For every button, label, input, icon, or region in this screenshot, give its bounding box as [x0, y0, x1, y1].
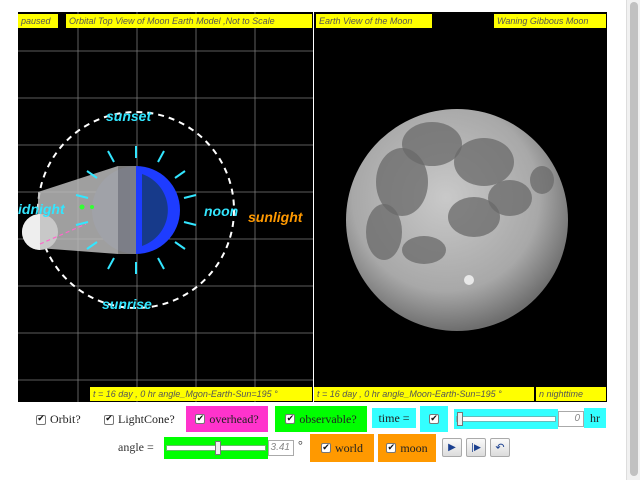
midnight-label: idnight: [18, 201, 65, 217]
day-night-status: n nighttime: [536, 387, 606, 401]
angle-label: angle =: [118, 440, 154, 454]
time-value-field[interactable]: 0: [558, 411, 584, 427]
angle-unit: °: [298, 438, 303, 452]
moon-image: [346, 109, 568, 331]
check-icon[interactable]: ✔: [36, 414, 46, 425]
observer-dot: [79, 204, 85, 210]
observer-dot-2: [90, 205, 94, 209]
sunlight-label: sunlight: [248, 209, 303, 225]
earth-view-readout: t = 16 day , 0 hr angle_Moon-Earth-Sun=1…: [314, 387, 534, 401]
overhead-toggle[interactable]: ✔ overhead?: [186, 406, 268, 432]
check-icon[interactable]: ✔: [285, 414, 296, 424]
play-icon: ▶: [448, 442, 456, 453]
observable-toggle[interactable]: ✔ observable?: [275, 406, 367, 432]
earth-view-title: Earth View of the Moon: [316, 14, 432, 28]
time-unit: hr: [590, 410, 600, 425]
reset-button[interactable]: ↶: [490, 438, 510, 457]
angle-slider[interactable]: [164, 437, 268, 459]
time-slider[interactable]: [454, 409, 558, 429]
observable-label: observable?: [299, 411, 357, 426]
time-label: time =: [378, 410, 410, 425]
lightcone-label: LightCone?: [118, 412, 175, 426]
overhead-label: overhead?: [209, 411, 259, 426]
angle-value-field[interactable]: 3.41: [268, 440, 294, 456]
check-icon[interactable]: ✔: [386, 443, 397, 453]
orbital-readout: t = 16 day , 0 hr angle_Mgon-Earth-Sun=1…: [90, 387, 312, 401]
time-slider-thumb[interactable]: [457, 412, 463, 426]
time-label-box: time =: [372, 408, 416, 428]
tycho-crater: [464, 275, 474, 285]
pause-status-label[interactable]: paused: [18, 14, 58, 28]
orbital-view-panel[interactable]: sunset sunrise idnight noon sunlight: [18, 12, 313, 402]
time-toggle[interactable]: ✔: [420, 406, 448, 432]
step-forward-button[interactable]: |▶: [466, 438, 486, 457]
time-slider-rail: [456, 416, 556, 422]
check-icon[interactable]: ✔: [321, 443, 331, 453]
angle-slider-thumb[interactable]: [214, 441, 221, 455]
orbit-checkbox[interactable]: ✔ Orbit?: [36, 412, 81, 427]
light-cone-base: [118, 166, 136, 254]
reset-icon: ↶: [495, 441, 505, 454]
page-scrollbar[interactable]: [626, 0, 640, 480]
check-icon[interactable]: ✔: [195, 414, 206, 424]
moon-phase-label: Waning Gibbous Moon: [494, 14, 606, 28]
orbital-view-title: Orbital Top View of Moon Earth Model ,No…: [66, 14, 312, 28]
noon-label: noon: [204, 203, 239, 219]
lightcone-checkbox[interactable]: ✔ LightCone?: [104, 412, 175, 427]
sunrise-label: sunrise: [102, 296, 152, 312]
sunset-label: sunset: [106, 108, 152, 124]
time-unit-box: hr: [584, 408, 606, 428]
moon-marker-lit: [22, 214, 40, 250]
play-button[interactable]: ▶: [442, 438, 462, 457]
earth-view-panel: [314, 12, 607, 402]
step-forward-icon: |▶: [471, 442, 481, 453]
world-toggle[interactable]: ✔ world: [310, 434, 374, 462]
moon-label: moon: [400, 440, 428, 455]
check-icon[interactable]: ✔: [104, 414, 114, 425]
check-icon[interactable]: ✔: [429, 414, 439, 424]
world-label: world: [335, 440, 363, 455]
orbit-label: Orbit?: [50, 412, 81, 426]
scrollbar-thumb[interactable]: [630, 2, 638, 476]
moon-toggle[interactable]: ✔ moon: [378, 434, 436, 462]
